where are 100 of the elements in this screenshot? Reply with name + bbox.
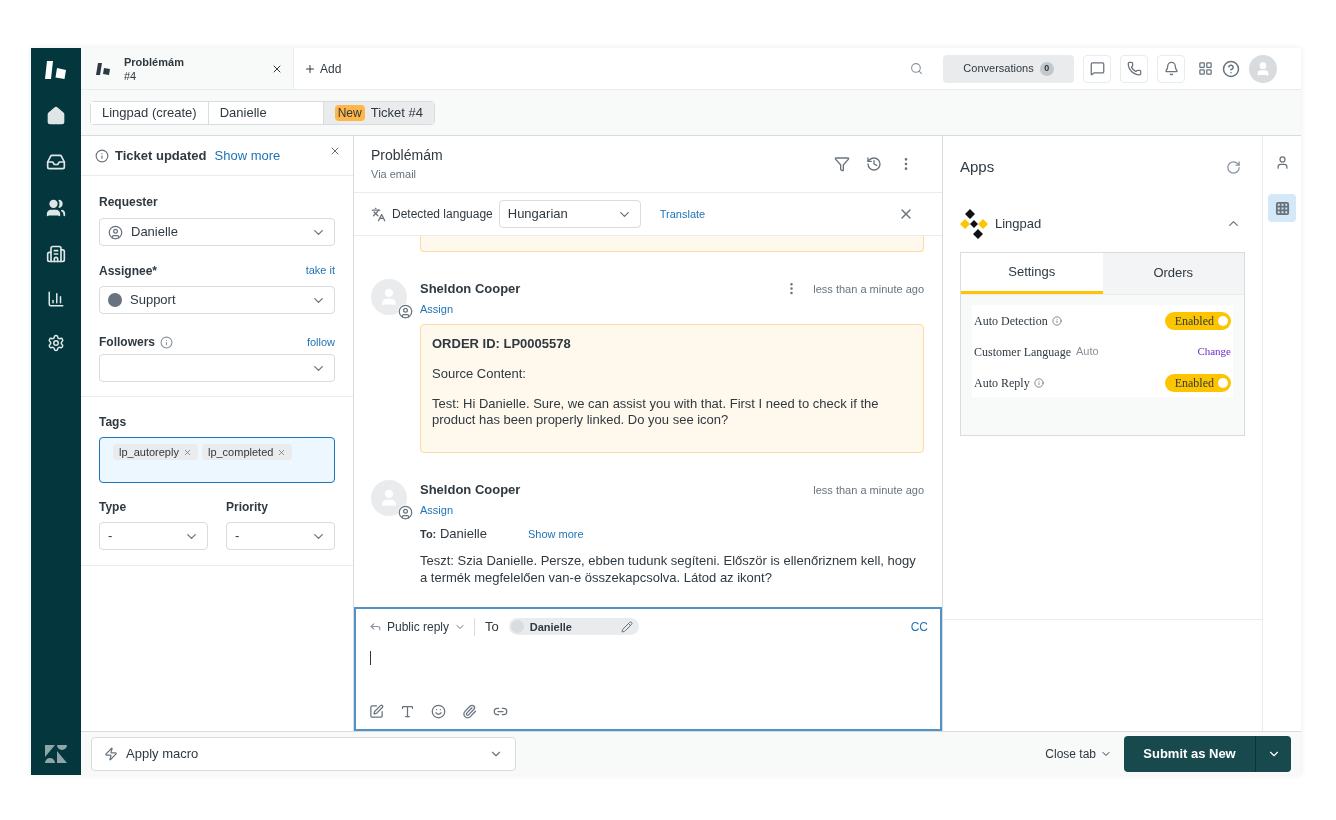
language-select[interactable]: Hungarian <box>498 200 641 228</box>
history-icon[interactable] <box>866 156 882 172</box>
remove-icon[interactable] <box>182 447 192 457</box>
show-more-link[interactable]: Show more <box>214 145 281 166</box>
phone-icon <box>1126 61 1142 76</box>
chart-icon[interactable] <box>47 290 65 308</box>
to-label: To <box>485 618 499 636</box>
recipient-line: To: Danielle <box>420 525 488 543</box>
field-label: Tags <box>99 414 128 431</box>
assign-link[interactable]: Assign <box>420 300 454 317</box>
field-label: Priority <box>226 499 269 516</box>
note-text: Test: Hi Danielle. Sure, we can assist you with that. First I need to check if the product has been properly linked. Do you see icon? <box>432 396 880 428</box>
chat-button[interactable] <box>1083 54 1111 83</box>
setting-hint: Auto <box>1076 344 1099 360</box>
ticket-tab[interactable]: Problémám #4 <box>81 48 294 89</box>
conversation-title: Problémám <box>371 146 444 166</box>
breadcrumb-tab[interactable]: New Ticket #4 <box>323 101 434 124</box>
avatar <box>371 480 407 516</box>
text-cursor <box>370 650 371 665</box>
info-icon <box>1051 315 1062 326</box>
ticket-icon <box>96 61 112 76</box>
detected-language-label: Detected language <box>392 206 493 223</box>
tab-title: Problémám <box>124 54 185 69</box>
show-more-link[interactable]: Show more <box>528 525 584 542</box>
help-icon[interactable] <box>1222 59 1240 78</box>
apply-macro-dropdown[interactable]: Apply macro <box>91 736 516 771</box>
toggle-switch[interactable]: Enabled <box>1164 373 1231 392</box>
tab-subtitle: #4 <box>124 68 138 83</box>
bell-icon <box>1163 61 1179 76</box>
setting-label: Customer Language <box>974 343 1071 361</box>
field-label: Type <box>99 499 128 516</box>
add-tab-button[interactable]: Add <box>304 59 342 78</box>
change-link[interactable]: Change <box>1197 343 1231 360</box>
assign-link[interactable]: Assign <box>420 501 454 518</box>
remove-icon[interactable] <box>277 447 287 457</box>
attachment-icon[interactable] <box>462 704 477 719</box>
settings-icon[interactable] <box>47 334 65 352</box>
follow-link[interactable]: follow <box>306 333 335 351</box>
status-badge: New <box>334 104 365 121</box>
compose-icon[interactable] <box>369 704 384 719</box>
toggle-switch[interactable]: Enabled <box>1164 311 1231 330</box>
info-icon <box>95 148 109 163</box>
emoji-icon[interactable] <box>431 704 446 719</box>
plus-icon <box>304 62 316 75</box>
pencil-icon[interactable] <box>620 620 633 633</box>
lightning-icon <box>104 746 118 761</box>
avatar <box>371 279 407 315</box>
user-badge-icon <box>398 304 413 319</box>
tag-chip[interactable]: lp_completed <box>201 444 293 460</box>
setting-label: Auto Detection <box>974 312 1048 330</box>
search-icon[interactable] <box>910 62 923 75</box>
cc-link[interactable]: CC <box>910 617 928 636</box>
requester-select[interactable]: Danielle <box>99 218 335 246</box>
count-badge: 0 <box>1039 61 1054 76</box>
setting-label: Auto Reply <box>974 374 1030 392</box>
author-name: Sheldon Cooper <box>420 280 522 298</box>
users-icon[interactable] <box>46 198 66 218</box>
author-name: Sheldon Cooper <box>420 481 522 499</box>
user-icon <box>1274 154 1290 170</box>
recipient-chip[interactable]: Danielle <box>508 618 639 636</box>
app-tab[interactable]: Orders <box>1102 252 1244 294</box>
inbox-icon[interactable] <box>46 152 66 172</box>
assignee-select[interactable]: Support <box>99 286 335 314</box>
type-select[interactable]: - <box>99 522 208 550</box>
conversations-button[interactable]: Conversations 0 <box>943 54 1074 83</box>
timestamp: less than a minute ago <box>813 482 924 498</box>
apps-title: Apps <box>960 157 995 177</box>
building-icon[interactable] <box>46 244 66 264</box>
breadcrumb-tab[interactable]: Lingpad (create) <box>91 101 209 124</box>
phone-button[interactable] <box>1120 54 1148 83</box>
tag-chip[interactable]: lp_autoreply <box>113 444 198 460</box>
priority-select[interactable]: - <box>226 522 335 550</box>
app-tab[interactable]: Settings <box>961 252 1103 294</box>
field-label: Followers <box>99 334 155 351</box>
timestamp: less than a minute ago <box>813 281 924 297</box>
home-icon[interactable] <box>46 106 66 126</box>
grid-icon <box>1274 200 1290 216</box>
translate-link[interactable]: Translate <box>659 205 706 223</box>
chat-icon <box>1089 61 1105 76</box>
logo-icon <box>45 60 67 80</box>
info-icon <box>160 335 173 349</box>
tags-field[interactable]: lp_autoreply lp_completed <box>99 437 335 483</box>
field-label: Requester <box>99 194 159 211</box>
refresh-icon[interactable] <box>1226 159 1241 175</box>
notice-title: Ticket updated <box>115 146 207 165</box>
user-icon <box>108 224 123 240</box>
filter-icon[interactable] <box>834 156 850 172</box>
note-text: ORDER ID: LP0005578 <box>432 336 572 352</box>
info-icon <box>1033 377 1044 388</box>
channel-label: Via email <box>371 167 418 183</box>
zendesk-logo-icon <box>45 745 67 763</box>
message-text: Teszt: Szia Danielle. Persze, ebben tudunk segíteni. Először is ellenőriznem kell, hogy a termék megfelelően van-e összekapcsolva. Látod az ikont? <box>420 551 917 586</box>
apps-panel-button[interactable] <box>1268 194 1296 222</box>
apps-grid-icon[interactable] <box>1198 61 1213 76</box>
take-it-link[interactable]: take it <box>305 262 335 280</box>
notifications-button[interactable] <box>1157 54 1185 83</box>
text-format-icon[interactable] <box>400 704 415 719</box>
field-label: Assignee* <box>99 263 158 280</box>
close-tab-dropdown[interactable]: Close tab <box>1045 744 1112 763</box>
reply-mode-dropdown[interactable]: Public reply <box>369 617 476 636</box>
